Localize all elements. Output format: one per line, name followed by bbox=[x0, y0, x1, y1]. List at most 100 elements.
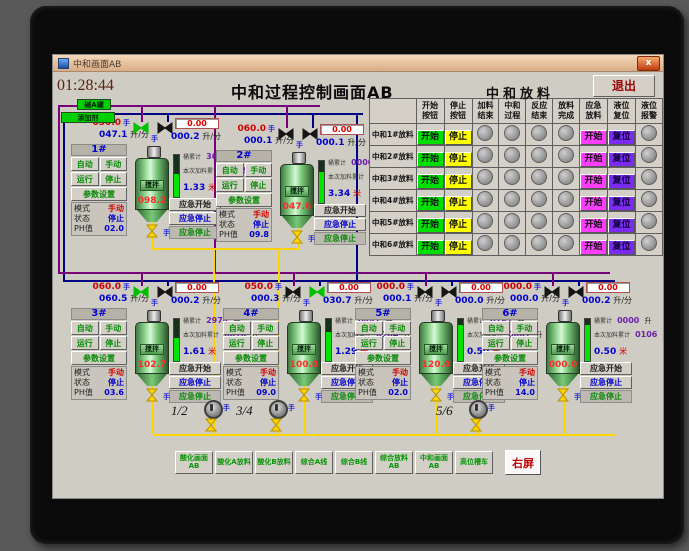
manual-button[interactable]: 手动 bbox=[244, 163, 272, 177]
emergency-stop-button[interactable]: 应急停止 bbox=[169, 376, 221, 389]
auto-button[interactable]: 自动 bbox=[482, 321, 510, 335]
params-button[interactable]: 参数设置 bbox=[216, 193, 272, 207]
emergency-start-button[interactable]: 应急开始 bbox=[314, 204, 366, 217]
run-button[interactable]: 运行 bbox=[355, 336, 383, 350]
stir-button[interactable]: 搅拌 bbox=[551, 344, 575, 355]
level-reset-button[interactable]: 复位 bbox=[608, 196, 636, 211]
manual-button[interactable]: 手动 bbox=[251, 321, 279, 335]
stop-button[interactable]: 停止 bbox=[244, 178, 272, 192]
pipe-valve-icon[interactable] bbox=[278, 128, 294, 140]
pipe-valve-icon[interactable] bbox=[133, 286, 149, 298]
pump-icon[interactable] bbox=[269, 400, 288, 419]
stop-button[interactable]: 停止 bbox=[444, 240, 472, 255]
stir-button[interactable]: 搅拌 bbox=[140, 344, 164, 355]
auto-button[interactable]: 自动 bbox=[216, 163, 244, 177]
column-header: 反应 结束 bbox=[525, 98, 554, 124]
emergency-start-button[interactable]: 应急开始 bbox=[169, 198, 221, 211]
pipe-valve-icon[interactable] bbox=[544, 286, 560, 298]
pump-icon[interactable] bbox=[204, 400, 223, 419]
drain-valve-icon[interactable] bbox=[270, 418, 282, 432]
start-button[interactable]: 开始 bbox=[416, 130, 444, 145]
params-button[interactable]: 参数设置 bbox=[355, 351, 411, 365]
emergency-discharge-button[interactable]: 开始 bbox=[580, 240, 608, 255]
auto-button[interactable]: 自动 bbox=[71, 321, 99, 335]
emergency-start-button[interactable]: 应急开始 bbox=[580, 362, 632, 375]
start-button[interactable]: 开始 bbox=[416, 152, 444, 167]
manual-button[interactable]: 手动 bbox=[383, 321, 411, 335]
level-reset-button[interactable]: 复位 bbox=[608, 130, 636, 145]
nav-button[interactable]: 酸化画面AB bbox=[175, 451, 213, 474]
stir-button[interactable]: 搅拌 bbox=[140, 180, 164, 191]
level-reset-button[interactable]: 复位 bbox=[608, 174, 636, 189]
level-reset-button[interactable]: 复位 bbox=[608, 152, 636, 167]
stop-button[interactable]: 停止 bbox=[99, 172, 127, 186]
run-button[interactable]: 运行 bbox=[216, 178, 244, 192]
start-button[interactable]: 开始 bbox=[416, 218, 444, 233]
stir-button[interactable]: 搅拌 bbox=[292, 344, 316, 355]
auto-button[interactable]: 自动 bbox=[355, 321, 383, 335]
stop-button[interactable]: 停止 bbox=[99, 336, 127, 350]
nav-button[interactable]: 高位槽车 bbox=[455, 451, 493, 474]
stop-button[interactable]: 停止 bbox=[251, 336, 279, 350]
emergency-stop2-button[interactable]: 应急停止 bbox=[580, 390, 632, 403]
emergency-stop-button[interactable]: 应急停止 bbox=[580, 376, 632, 389]
emergency-stop2-button[interactable]: 应急停止 bbox=[169, 226, 221, 239]
level-reset-button[interactable]: 复位 bbox=[608, 218, 636, 233]
emergency-discharge-button[interactable]: 开始 bbox=[580, 196, 608, 211]
auto-button[interactable]: 自动 bbox=[71, 157, 99, 171]
emergency-discharge-button[interactable]: 开始 bbox=[580, 174, 608, 189]
nav-button[interactable]: 综合B线 bbox=[335, 451, 373, 474]
nav-button[interactable]: 综合放料AB bbox=[375, 451, 413, 474]
emergency-stop-button[interactable]: 应急停止 bbox=[169, 212, 221, 225]
run-button[interactable]: 运行 bbox=[223, 336, 251, 350]
stop-button[interactable]: 停止 bbox=[510, 336, 538, 350]
params-button[interactable]: 参数设置 bbox=[223, 351, 279, 365]
close-icon[interactable]: x bbox=[637, 55, 660, 71]
emergency-stop2-button[interactable]: 应急停止 bbox=[314, 232, 366, 245]
params-button[interactable]: 参数设置 bbox=[482, 351, 538, 365]
emergency-discharge-button[interactable]: 开始 bbox=[580, 218, 608, 233]
stop-button[interactable]: 停止 bbox=[444, 152, 472, 167]
auto-button[interactable]: 自动 bbox=[223, 321, 251, 335]
drain-valve-icon[interactable] bbox=[205, 418, 217, 432]
drain-valve-icon[interactable] bbox=[146, 224, 158, 238]
window-titlebar[interactable]: 中和画面AB x bbox=[53, 55, 663, 72]
run-button[interactable]: 运行 bbox=[71, 336, 99, 350]
start-button[interactable]: 开始 bbox=[416, 174, 444, 189]
nav-button[interactable]: 中和画面AB bbox=[415, 451, 453, 474]
stop-button[interactable]: 停止 bbox=[444, 218, 472, 233]
drain-valve-icon[interactable] bbox=[470, 418, 482, 432]
drain-valve-icon[interactable] bbox=[291, 230, 303, 244]
params-button[interactable]: 参数设置 bbox=[71, 351, 127, 365]
manual-button[interactable]: 手动 bbox=[99, 321, 127, 335]
level-reset-button[interactable]: 复位 bbox=[608, 240, 636, 255]
params-button[interactable]: 参数设置 bbox=[71, 187, 127, 201]
stir-button[interactable]: 搅拌 bbox=[285, 186, 309, 197]
stop-button[interactable]: 停止 bbox=[444, 196, 472, 211]
manual-button[interactable]: 手动 bbox=[99, 157, 127, 171]
pipe-valve-icon[interactable] bbox=[285, 286, 301, 298]
stop-button[interactable]: 停止 bbox=[444, 130, 472, 145]
manual-button[interactable]: 手动 bbox=[510, 321, 538, 335]
pipe-valve-icon[interactable] bbox=[417, 286, 433, 298]
nav-button[interactable]: 酸化B放料 bbox=[255, 451, 293, 474]
pipe-valve-icon[interactable] bbox=[133, 122, 149, 134]
run-button[interactable]: 运行 bbox=[482, 336, 510, 350]
start-button[interactable]: 开始 bbox=[416, 240, 444, 255]
stop-button[interactable]: 停止 bbox=[383, 336, 411, 350]
drain-valve-icon[interactable] bbox=[557, 388, 569, 402]
pump-icon[interactable] bbox=[469, 400, 488, 419]
run-button[interactable]: 运行 bbox=[71, 172, 99, 186]
stir-button[interactable]: 搅拌 bbox=[424, 344, 448, 355]
drain-valve-icon[interactable] bbox=[146, 388, 158, 402]
right-screen-button[interactable]: 右屏 bbox=[505, 450, 541, 475]
emergency-discharge-button[interactable]: 开始 bbox=[580, 130, 608, 145]
emergency-start-button[interactable]: 应急开始 bbox=[169, 362, 221, 375]
exit-button[interactable]: 退出 bbox=[593, 75, 655, 97]
start-button[interactable]: 开始 bbox=[416, 196, 444, 211]
emergency-discharge-button[interactable]: 开始 bbox=[580, 152, 608, 167]
emergency-stop-button[interactable]: 应急停止 bbox=[314, 218, 366, 231]
stop-button[interactable]: 停止 bbox=[444, 174, 472, 189]
nav-button[interactable]: 综合A线 bbox=[295, 451, 333, 474]
nav-button[interactable]: 酸化A放料 bbox=[215, 451, 253, 474]
